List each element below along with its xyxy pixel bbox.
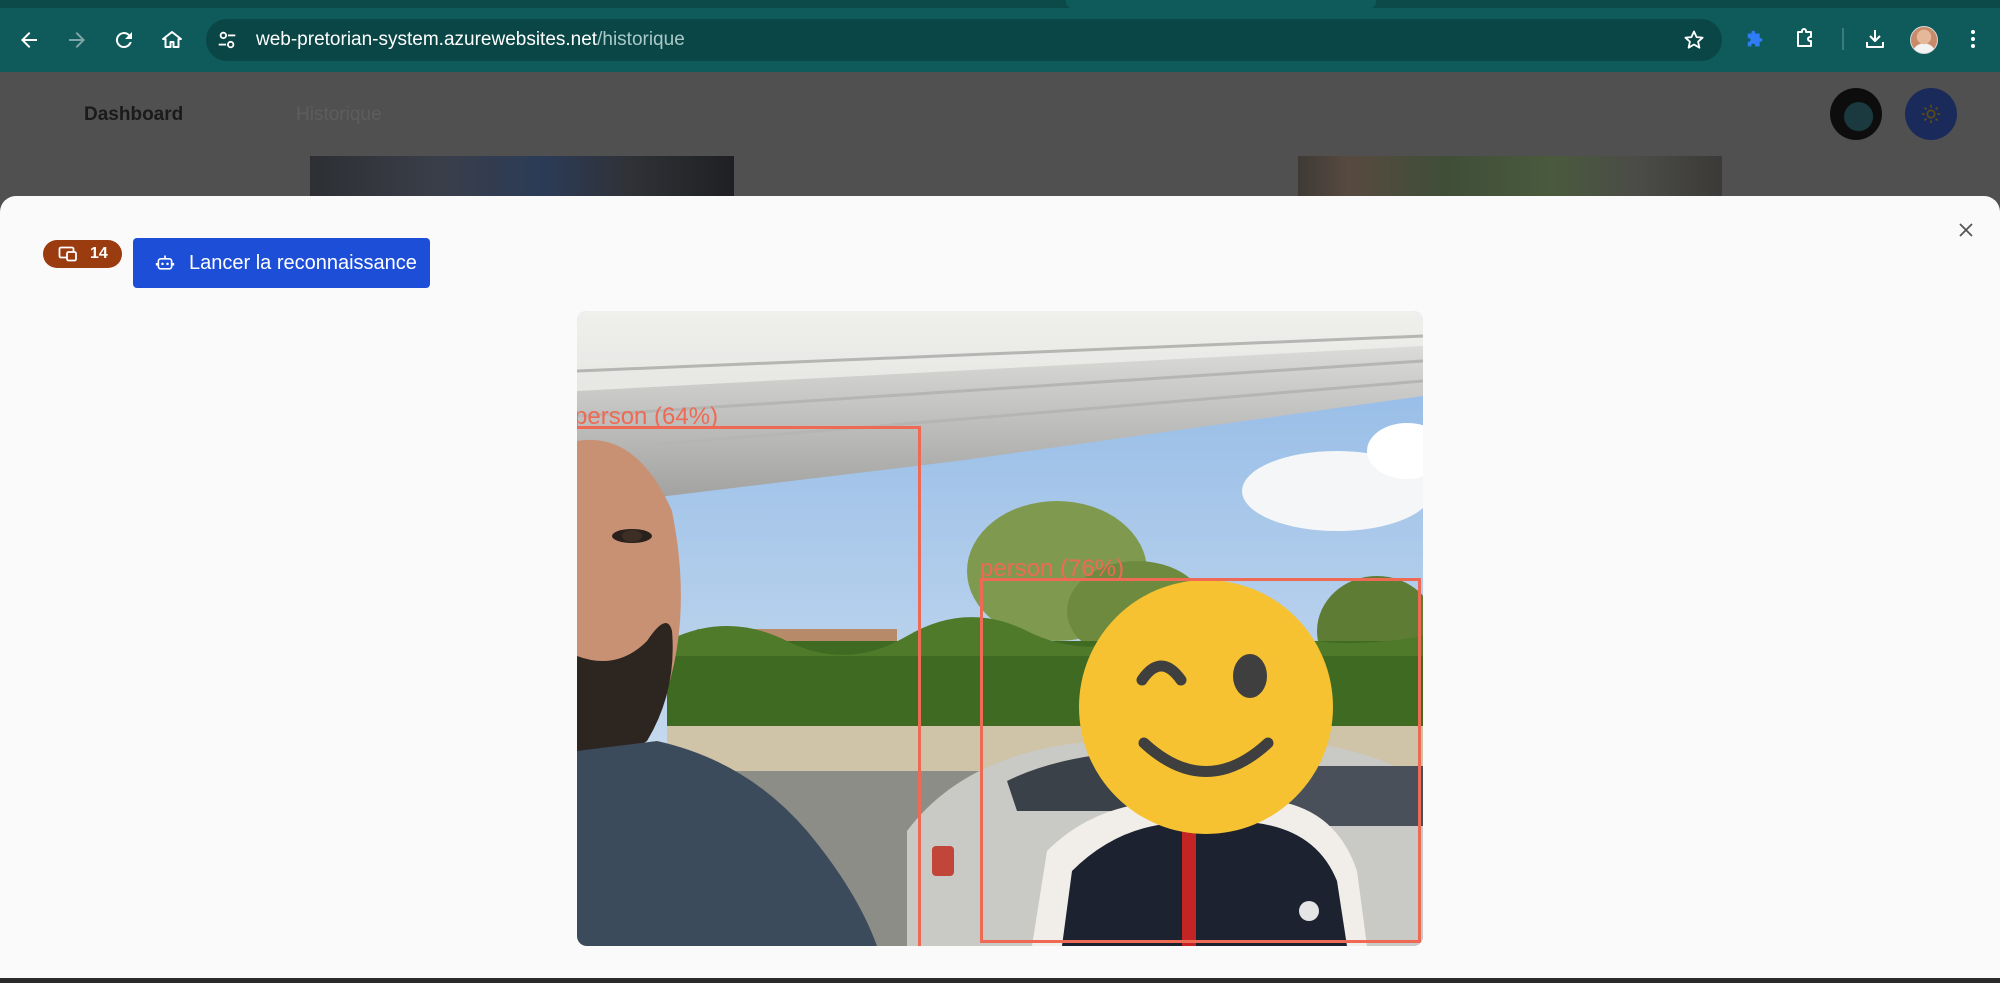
download-icon	[1866, 30, 1884, 48]
detection-label: person (76%)	[980, 555, 1125, 582]
nav-historique[interactable]: Historique	[296, 104, 382, 126]
toolbar-divider	[1842, 28, 1844, 50]
back-arrow-icon	[21, 32, 37, 48]
nav-dashboard[interactable]: Dashboard	[84, 104, 183, 126]
bookmark-star-icon[interactable]	[1682, 28, 1706, 52]
url-path: /historique	[597, 29, 685, 50]
profile-avatar[interactable]	[1910, 26, 1938, 54]
reload-button[interactable]	[104, 20, 144, 60]
browser-toolbar: web-pretorian-system.azurewebsites.net/h…	[0, 0, 2000, 72]
address-bar[interactable]: web-pretorian-system.azurewebsites.net/h…	[206, 19, 1722, 61]
device-icon	[58, 246, 77, 262]
sun-icon	[1921, 104, 1941, 124]
device-count-badge: 14	[43, 240, 122, 268]
close-icon	[1959, 223, 1973, 237]
robot-icon	[155, 255, 175, 270]
detection-label: person (64%)	[577, 403, 719, 430]
browser-menu-button[interactable]	[1958, 24, 1988, 54]
kebab-menu-icon	[1971, 30, 1975, 48]
badge-count: 14	[90, 245, 108, 262]
url-host: web-pretorian-system.azurewebsites.net	[256, 29, 598, 50]
user-avatar[interactable]	[1830, 88, 1882, 140]
back-button[interactable]	[9, 20, 49, 60]
image-detail-modal: 14 Lancer la reconnaissance person (64%)…	[0, 196, 2000, 978]
extensions-menu-button[interactable]	[1790, 24, 1820, 54]
site-settings-icon[interactable]	[216, 29, 238, 51]
home-button[interactable]	[152, 20, 192, 60]
detection-box	[577, 426, 921, 946]
extension-button[interactable]	[1741, 24, 1771, 54]
forward-arrow-icon	[69, 32, 85, 48]
forward-button[interactable]	[57, 20, 97, 60]
extension-puzzle-icon	[1747, 30, 1763, 47]
detection-box	[980, 578, 1421, 943]
tab-strip	[0, 0, 2000, 8]
theme-toggle[interactable]	[1905, 88, 1957, 140]
app-navbar: Dashboard Historique	[0, 72, 2000, 152]
downloads-button[interactable]	[1860, 24, 1890, 54]
detection-image: person (64%) person (76%)	[577, 311, 1423, 946]
extensions-icon	[1797, 28, 1812, 47]
url-text[interactable]: web-pretorian-system.azurewebsites.net/h…	[256, 29, 685, 51]
launch-recognition-label: Lancer la reconnaissance	[189, 251, 417, 274]
home-icon	[162, 31, 182, 48]
close-modal-button[interactable]	[1952, 216, 1980, 244]
launch-recognition-button[interactable]: Lancer la reconnaissance	[133, 238, 430, 288]
reload-icon	[115, 32, 132, 49]
active-tab[interactable]	[1066, 0, 1376, 8]
page-bottom-edge	[0, 978, 2000, 983]
